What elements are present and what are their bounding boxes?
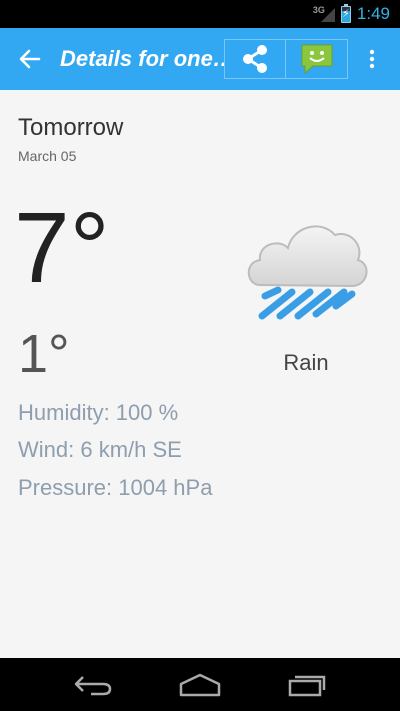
home-icon [179, 673, 221, 696]
battery-icon: ⚡ [340, 3, 351, 23]
network-type: 3G [312, 5, 325, 15]
message-bubble-icon [301, 44, 332, 75]
wind-label: Wind: 6 km/h SE [18, 437, 182, 462]
page-title: Details for one… [60, 46, 224, 71]
share-button[interactable] [224, 39, 286, 79]
share-icon [243, 45, 267, 73]
forecast-date: March 05 [18, 148, 77, 164]
rain-cloud-icon [247, 225, 368, 320]
forecast-day: Tomorrow [18, 114, 124, 141]
humidity-label: Humidity: 100 % [18, 400, 179, 425]
overflow-menu-button[interactable] [352, 28, 392, 90]
pressure-label: Pressure: 1004 hPa [18, 475, 213, 500]
action-bar: Details for one… [0, 28, 400, 90]
high-temperature: 7° [14, 192, 110, 304]
nav-back-button[interactable] [63, 665, 123, 705]
overflow-menu-icon [369, 49, 375, 69]
status-bar: 3G ⚡ 1:49 [0, 0, 400, 28]
network-signal-icon: 3G [313, 5, 335, 23]
forecast-details: Tomorrow March 05 7° 1° Rain Humidity: 1… [0, 90, 400, 658]
back-icon [75, 675, 112, 695]
recent-apps-icon [288, 675, 325, 696]
nav-recent-apps-button[interactable] [277, 665, 337, 705]
status-clock: 1:49 [356, 4, 390, 23]
weather-condition: Rain [283, 350, 329, 375]
low-temperature: 1° [18, 324, 70, 384]
back-arrow-icon [19, 49, 41, 69]
back-button[interactable] [0, 28, 60, 90]
nav-home-button[interactable] [170, 665, 230, 705]
navigation-bar [0, 658, 400, 711]
message-button[interactable] [286, 39, 348, 79]
